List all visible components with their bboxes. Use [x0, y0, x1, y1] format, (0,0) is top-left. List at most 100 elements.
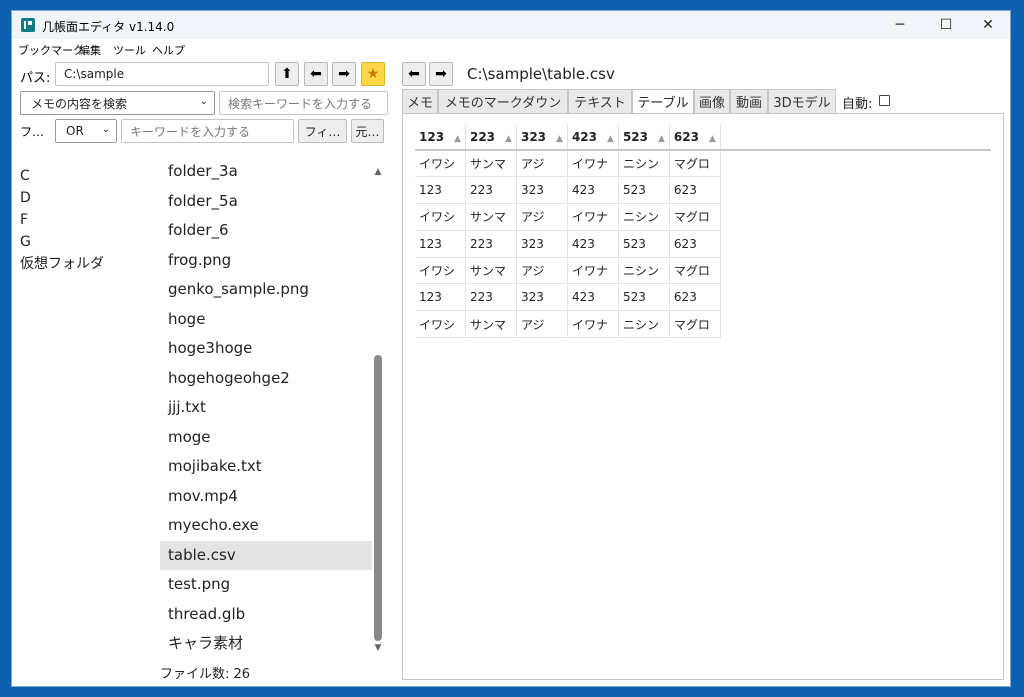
table-cell: 523	[618, 176, 670, 205]
chevron-down-icon: ⌄	[101, 124, 110, 135]
scroll-down-icon[interactable]: ▼	[372, 643, 384, 653]
table-cell: ニシン	[618, 150, 670, 178]
file-item[interactable]: hoge3hoge	[160, 334, 372, 364]
table-cell: マグロ	[669, 257, 721, 285]
auto-checkbox[interactable]	[879, 95, 890, 106]
file-item-selected[interactable]: table.csv	[160, 540, 372, 570]
menu-edit[interactable]: 編集	[79, 42, 101, 58]
search-mode-value: メモの内容を検索	[31, 96, 128, 111]
drive-list: C D F G 仮想フォルダ	[20, 165, 104, 275]
filter-label: フ…	[20, 125, 45, 139]
viewer-forward-arrow-icon[interactable]: ➡	[429, 62, 453, 86]
file-item[interactable]: jjj.txt	[160, 393, 372, 423]
table-row: 123 223 323 423 523 623	[415, 283, 721, 312]
drive-c[interactable]: C	[20, 165, 104, 187]
column-header[interactable]: 523 ▲	[618, 124, 670, 151]
maximize-button[interactable]: ☐	[924, 11, 968, 39]
up-arrow-icon[interactable]: ⬆	[275, 62, 299, 86]
table-cell: サンマ	[465, 310, 517, 339]
chevron-down-icon: ⌄	[199, 96, 208, 107]
tab-3d-model[interactable]: 3Dモデル	[768, 89, 836, 114]
table-row: イワシ サンマ アジ イワナ ニシン マグロ	[415, 257, 721, 285]
tab-memo-markdown[interactable]: メモのマークダウン	[438, 89, 568, 114]
scroll-up-icon[interactable]: ▲	[372, 167, 384, 177]
column-header[interactable]: 423 ▲	[567, 124, 619, 151]
table-cell: 623	[669, 230, 721, 258]
sort-asc-icon: ▲	[607, 133, 614, 144]
table-cell: ニシン	[618, 310, 670, 339]
column-header-label: 123	[419, 129, 445, 144]
column-header[interactable]: 123 ▲	[415, 124, 466, 151]
close-button[interactable]: ✕	[966, 11, 1010, 39]
drive-g[interactable]: G	[20, 231, 104, 253]
tab-table[interactable]: テーブル	[632, 89, 694, 114]
menu-bookmark[interactable]: ブックマーク	[18, 42, 84, 58]
file-item[interactable]: folder_3a	[160, 157, 372, 187]
auto-label: 自動:	[842, 97, 873, 112]
app-icon	[21, 18, 35, 32]
minimize-button[interactable]: ─	[878, 11, 922, 39]
drive-f[interactable]: F	[20, 209, 104, 231]
table-cell: 523	[618, 230, 670, 258]
table-cell: ニシン	[618, 203, 670, 231]
scroll-thumb[interactable]	[374, 355, 382, 641]
table-cell: イワシ	[415, 203, 466, 231]
table-view-panel: 123 ▲ 223 ▲ 323 ▲ 423 ▲ 523 ▲ 623 ▲ イワシ サンマ アジ…	[402, 113, 1004, 680]
tab-memo[interactable]: メモ	[402, 89, 438, 114]
table-cell: アジ	[516, 150, 568, 178]
filter-op-select[interactable]: OR ⌄	[55, 119, 117, 143]
menu-bar: ブックマーク 編集 ツール ヘルプ	[12, 39, 1010, 59]
file-item[interactable]: frog.png	[160, 246, 372, 276]
file-item[interactable]: genko_sample.png	[160, 275, 372, 305]
file-item[interactable]: moge	[160, 423, 372, 453]
bookmark-star-icon[interactable]: ★	[361, 62, 385, 86]
search-input[interactable]: 検索キーワードを入力する	[219, 91, 388, 115]
table-cell: マグロ	[669, 310, 721, 339]
tab-video[interactable]: 動画	[730, 89, 768, 114]
file-item[interactable]: myecho.exe	[160, 511, 372, 541]
table-cell: イワナ	[567, 150, 619, 178]
app-window: 几帳面エディタ v1.14.0 ─ ☐ ✕ ブックマーク 編集 ツール ヘルプ …	[11, 10, 1011, 687]
path-input[interactable]: C:\sample	[55, 62, 269, 86]
filter-button[interactable]: フィ…	[298, 119, 347, 143]
virtual-folder[interactable]: 仮想フォルダ	[20, 253, 104, 275]
file-list-scrollbar[interactable]: ▲ ▼	[372, 161, 384, 661]
file-item[interactable]: folder_5a	[160, 187, 372, 217]
filter-op-value: OR	[66, 124, 84, 138]
table-cell: 323	[516, 176, 568, 205]
column-header[interactable]: 323 ▲	[516, 124, 568, 151]
table-cell: マグロ	[669, 203, 721, 231]
back-arrow-icon[interactable]: ⬅	[304, 62, 328, 86]
table-cell: 123	[415, 176, 466, 205]
column-header[interactable]: 223 ▲	[465, 124, 517, 151]
restore-button[interactable]: 元…	[351, 119, 384, 143]
viewer-back-arrow-icon[interactable]: ⬅	[402, 62, 426, 86]
table-header-row: 123 ▲ 223 ▲ 323 ▲ 423 ▲ 523 ▲ 623 ▲	[415, 124, 721, 151]
table-cell: イワシ	[415, 310, 466, 339]
table-row: イワシ サンマ アジ イワナ ニシン マグロ	[415, 310, 721, 339]
file-item[interactable]: hoge	[160, 305, 372, 335]
tab-image[interactable]: 画像	[694, 89, 730, 114]
filter-keyword-input[interactable]: キーワードを入力する	[121, 119, 294, 143]
table-row: イワシ サンマ アジ イワナ ニシン マグロ	[415, 203, 721, 231]
search-mode-select[interactable]: メモの内容を検索 ⌄	[20, 91, 215, 115]
menu-tools[interactable]: ツール	[113, 42, 146, 58]
file-item[interactable]: mojibake.txt	[160, 452, 372, 482]
file-count: ファイル数: 26	[160, 667, 251, 682]
file-item[interactable]: test.png	[160, 570, 372, 600]
table-cell: イワシ	[415, 257, 466, 285]
column-header[interactable]: 623 ▲	[669, 124, 721, 151]
menu-help[interactable]: ヘルプ	[152, 42, 185, 58]
file-item[interactable]: mov.mp4	[160, 482, 372, 512]
drive-d[interactable]: D	[20, 187, 104, 209]
file-item[interactable]: hogehogeohge2	[160, 364, 372, 394]
file-item[interactable]: thread.glb	[160, 600, 372, 630]
sort-asc-icon: ▲	[556, 133, 563, 144]
tab-text[interactable]: テキスト	[568, 89, 632, 114]
table-cell: 223	[465, 283, 517, 312]
file-item[interactable]: キャラ素材	[160, 629, 372, 659]
forward-arrow-icon[interactable]: ➡	[332, 62, 356, 86]
file-item[interactable]: folder_6	[160, 216, 372, 246]
column-header-label: 323	[520, 129, 547, 144]
table-cell: 623	[669, 176, 721, 205]
